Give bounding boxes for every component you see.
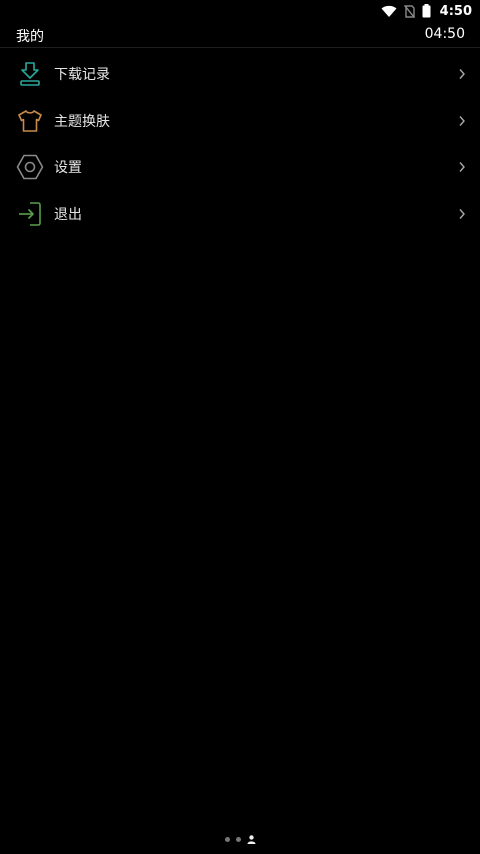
chevron-right-icon [459, 162, 465, 173]
no-sim-icon [403, 4, 415, 18]
chevron-right-icon [459, 115, 465, 126]
wifi-icon [381, 5, 397, 17]
menu-item-label: 下载记录 [54, 67, 110, 84]
chevron-right-icon [459, 208, 465, 219]
menu-item-label: 退出 [54, 206, 82, 223]
status-bar: 4:50 [0, 0, 480, 22]
tshirt-icon [18, 109, 42, 132]
menu-item-theme-skin[interactable]: 主题换肤 [0, 98, 480, 145]
battery-icon [422, 4, 431, 18]
app-header: 我的 04:50 [0, 22, 480, 48]
menu-item-logout[interactable]: 退出 [0, 191, 480, 238]
page-indicator [0, 835, 480, 844]
download-icon [20, 62, 40, 87]
logout-icon [19, 201, 41, 226]
header-time: 04:50 [424, 26, 465, 42]
menu-item-label: 设置 [54, 160, 82, 177]
settings-hexagon-icon [16, 154, 44, 180]
page-dot[interactable] [224, 837, 230, 842]
status-icons: 4:50 [381, 2, 472, 20]
page-title: 我的 [16, 29, 44, 45]
menu-item-settings[interactable]: 设置 [0, 144, 480, 191]
menu-item-download-records[interactable]: 下载记录 [0, 51, 480, 98]
page-dot[interactable] [235, 837, 241, 842]
chevron-right-icon [459, 69, 465, 80]
menu-list: 下载记录 主题换肤 设置 退出 [0, 51, 480, 237]
user-icon[interactable] [247, 835, 256, 844]
menu-item-label: 主题换肤 [54, 113, 110, 130]
status-time: 4:50 [439, 3, 472, 19]
